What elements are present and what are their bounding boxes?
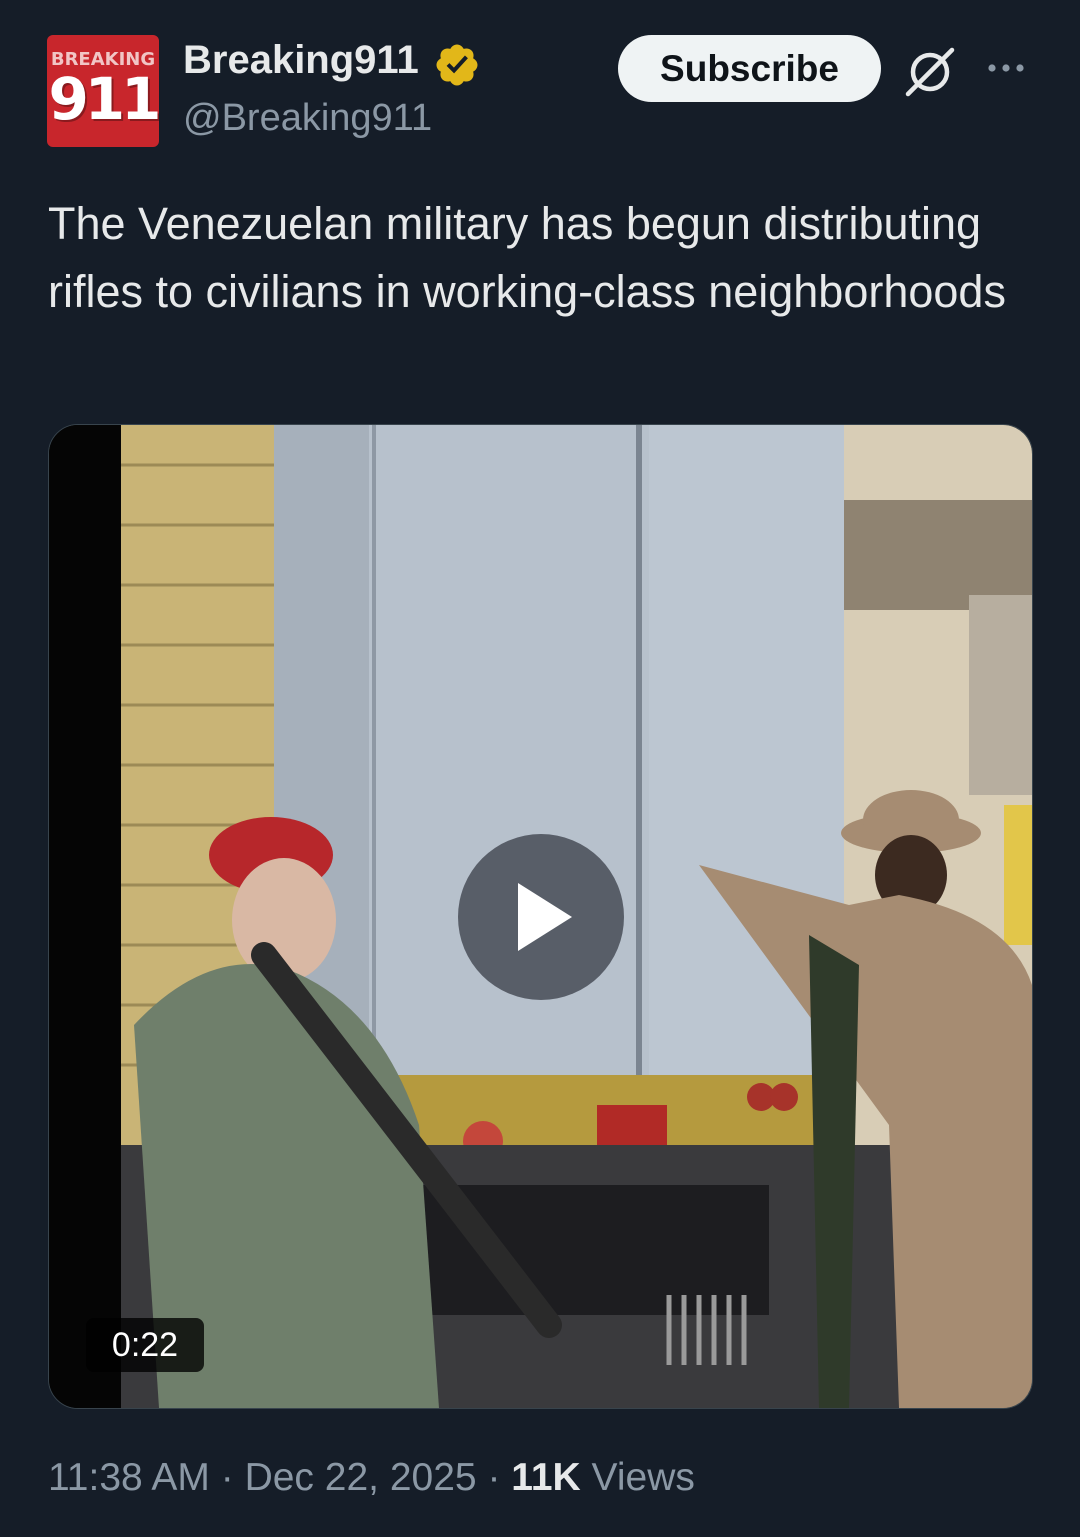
verified-badge-icon[interactable] <box>433 41 481 89</box>
views-label: Views <box>591 1456 695 1499</box>
play-icon <box>518 883 572 951</box>
tweet-metadata: 11:38 AM · Dec 22, 2025 · 11K Views <box>48 1456 695 1500</box>
tweet-text: The Venezuelan military has begun distri… <box>48 198 1006 317</box>
separator: · <box>487 1456 501 1499</box>
subscribe-button[interactable]: Subscribe <box>618 35 881 102</box>
play-button[interactable] <box>458 834 624 1000</box>
more-icon[interactable] <box>982 52 1030 84</box>
avatar-number: 911 <box>48 65 159 133</box>
video-duration: 0:22 <box>86 1318 204 1372</box>
display-name[interactable]: Breaking911 <box>183 38 419 83</box>
tweet-time[interactable]: 11:38 AM <box>48 1456 210 1499</box>
grok-icon[interactable] <box>902 44 958 100</box>
separator: · <box>220 1456 234 1499</box>
avatar[interactable]: BREAKING 911 <box>47 35 159 147</box>
video-player[interactable]: 0:22 <box>48 424 1033 1409</box>
views-count[interactable]: 11K <box>511 1456 580 1499</box>
tweet-date[interactable]: Dec 22, 2025 <box>245 1456 477 1499</box>
handle[interactable]: @Breaking911 <box>183 97 432 140</box>
tweet: BREAKING 911 Breaking911 @Breaking911 Su… <box>0 0 1080 1537</box>
